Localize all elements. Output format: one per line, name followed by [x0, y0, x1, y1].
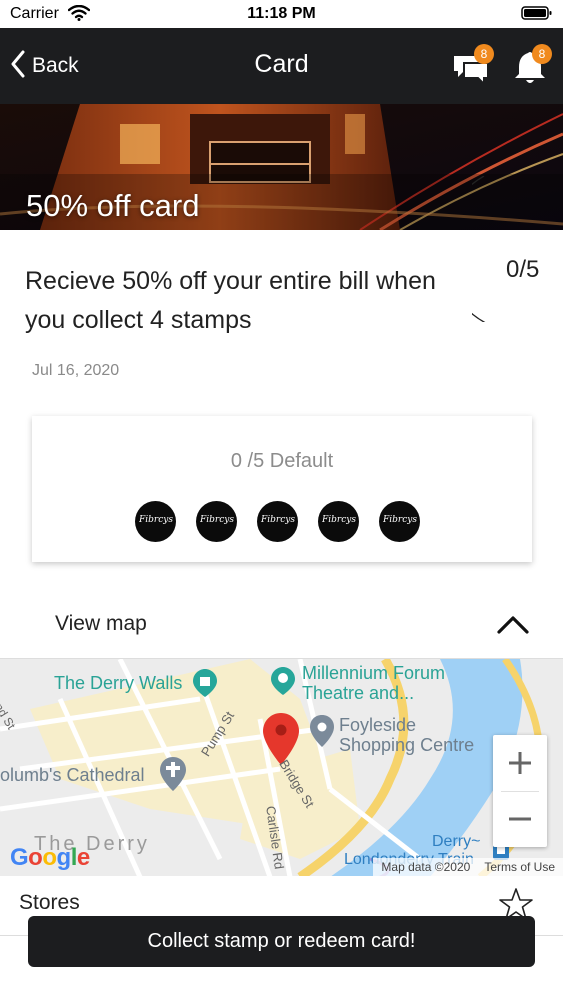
stamp-card-label: 0 /5 Default [230, 450, 334, 472]
stamp-logo: Fibrcys [260, 511, 295, 532]
messages-badge: 8 [474, 44, 494, 64]
svg-text:Fibrcys: Fibrcys [322, 515, 356, 525]
zoom-controls [493, 735, 547, 847]
status-bar: Carrier 11:18 PM [0, 0, 563, 28]
map-label-foyleside-2: Shopping Centre [339, 735, 475, 755]
stamp-slot[interactable]: Fibrcys [135, 501, 176, 542]
theatre-icon [271, 667, 295, 700]
back-label: Back [32, 54, 79, 77]
stamp-row: Fibrcys Fibrcys Fibrcys Fibrcys Fibrcys [135, 501, 420, 542]
plus-icon [509, 752, 531, 774]
collect-stamp-toast[interactable]: Collect stamp or redeem card! [28, 916, 535, 967]
svg-text:Fibrcys: Fibrcys [383, 515, 417, 525]
chevron-up-icon [496, 612, 530, 641]
map-label-derry-walls: The Derry Walls [54, 673, 183, 693]
zoom-in-button[interactable] [493, 735, 547, 791]
stamp-slot[interactable]: Fibrcys [379, 501, 420, 542]
notifications-badge: 8 [532, 44, 552, 64]
messages-button[interactable]: 8 [450, 44, 494, 88]
google-logo: Google [10, 844, 90, 871]
stamp-logo: Fibrcys [199, 511, 234, 532]
chevron-left-icon [10, 50, 26, 83]
map-label-foyleside-1: Foyleside [339, 715, 417, 735]
stamp-logo: Fibrcys [321, 511, 356, 532]
stores-label: Stores [19, 891, 80, 914]
shopping-pin-icon [310, 715, 334, 752]
terms-link[interactable]: Terms of Use [484, 860, 555, 874]
battery-icon [521, 5, 553, 26]
card-title: 50% off card [26, 188, 200, 223]
monument-icon [193, 669, 217, 702]
svg-text:Fibrcys: Fibrcys [139, 515, 173, 525]
map-label-derry-station-1: Derry~ [432, 833, 481, 850]
svg-text:Fibrcys: Fibrcys [261, 515, 295, 525]
card-date: Jul 16, 2020 [32, 362, 120, 379]
card-description: Recieve 50% off your entire bill when yo… [25, 267, 436, 334]
stamp-slot[interactable]: Fibrcys [318, 501, 359, 542]
svg-text:Fibrcys: Fibrcys [200, 515, 234, 525]
view-map-toggle[interactable]: View map [0, 598, 563, 654]
stamp-logo: Fibrcys [382, 511, 417, 532]
map-label-cathedral: olumb's Cathedral [0, 765, 145, 785]
back-button[interactable]: Back [10, 50, 79, 82]
map-attribution: Map data ©2020 Terms of Use [373, 858, 563, 876]
map-view[interactable]: The Derry Walls Millennium Forum Theatre… [0, 658, 563, 876]
progress-ring [472, 176, 486, 322]
stamp-logo: Fibrcys [138, 511, 173, 532]
view-map-label: View map [55, 612, 147, 635]
stamp-slot[interactable]: Fibrcys [257, 501, 298, 542]
map-data-label: Map data ©2020 [381, 860, 471, 874]
minus-icon [509, 817, 531, 821]
stamp-card: 0 /5 Default Fibrcys Fibrcys Fibrcys Fib… [32, 416, 532, 562]
map-label-millennium-2: Theatre and... [302, 683, 415, 703]
status-time: 11:18 PM [247, 5, 316, 22]
nav-bar: Back Card 8 8 [0, 28, 563, 104]
stamp-slot[interactable]: Fibrcys [196, 501, 237, 542]
church-icon [160, 757, 186, 796]
progress-count: 0/5 [506, 256, 540, 283]
zoom-out-button[interactable] [493, 791, 547, 847]
map-label-millennium-1: Millennium Forum [302, 663, 446, 683]
notifications-button[interactable]: 8 [508, 44, 552, 88]
